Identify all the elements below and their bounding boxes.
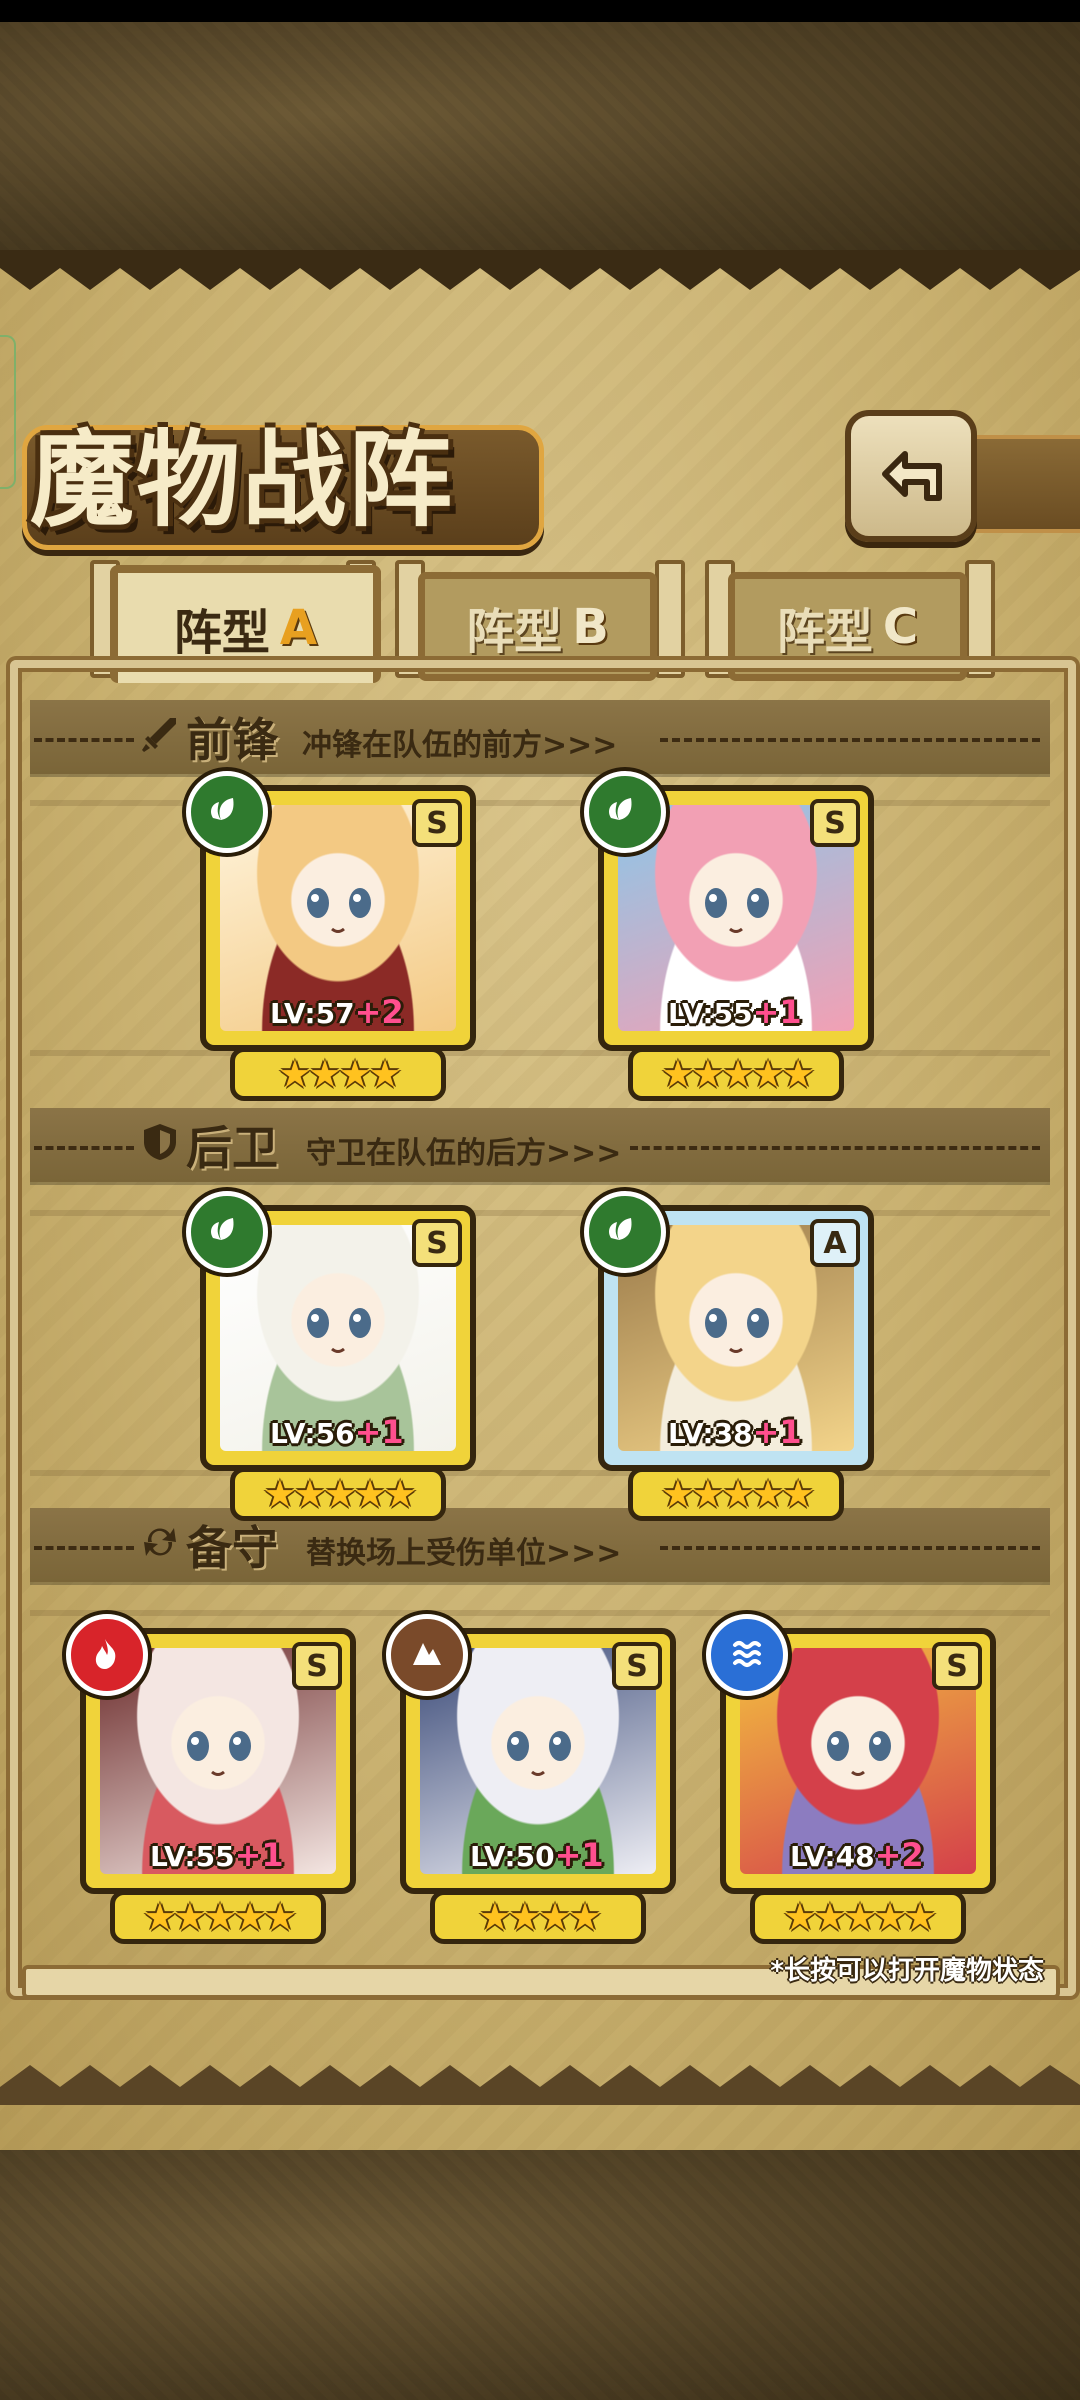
star-rating: ★★★★★ [230, 1467, 446, 1521]
back-button[interactable] [845, 410, 977, 542]
star-rating: ★★★★★ [628, 1467, 844, 1521]
tab-letter: C [882, 598, 919, 655]
level-label: LV:48+2 [790, 1836, 924, 1874]
star-rating: ★★★★ [430, 1890, 646, 1944]
map-background-top [0, 22, 1080, 252]
page-title: 魔物战阵 [30, 418, 455, 541]
leaf-element-icon [186, 1191, 268, 1273]
map-background-bottom [0, 2150, 1080, 2400]
divider [660, 738, 1040, 742]
level-label: LV:57+2 [270, 993, 404, 1031]
rank-badge: S [810, 799, 860, 847]
section-title-vanguard: 前锋 [186, 713, 278, 767]
rank-badge: S [932, 1642, 982, 1690]
section-subtitle-rearguard: 守卫在队伍的后方>>> [306, 1136, 622, 1171]
tab-label: 阵型 [173, 605, 270, 661]
water-element-icon [706, 1614, 788, 1696]
divider [34, 1146, 134, 1150]
torn-edge-bottom [0, 2065, 1080, 2105]
leaf-element-icon [584, 1191, 666, 1273]
swap-icon [144, 1528, 176, 1556]
tab-letter: A [279, 600, 318, 656]
earth-element-icon [386, 1614, 468, 1696]
tab-label: 阵型 [466, 603, 563, 660]
sword-icon [142, 718, 176, 752]
level-label: LV:56+1 [270, 1413, 404, 1451]
star-rating: ★★★★★ [750, 1890, 966, 1944]
torn-edge-top [0, 250, 1080, 290]
star-rating: ★★★★★ [628, 1047, 844, 1101]
leaf-element-icon [186, 771, 268, 853]
row-stripe [30, 1610, 1050, 1616]
level-label: LV:55+1 [150, 1836, 284, 1874]
rank-badge: S [292, 1642, 342, 1690]
section-subtitle-vanguard: 冲锋在队伍的前方>>> [302, 728, 618, 763]
leaf-element-icon [584, 771, 666, 853]
shield-icon [144, 1124, 176, 1160]
star-rating: ★★★★★ [110, 1890, 326, 1944]
tab-letter: B [572, 598, 609, 655]
row-stripe [30, 1470, 1050, 1476]
tab-label: 阵型 [776, 603, 873, 660]
rank-badge: S [612, 1642, 662, 1690]
rank-badge: S [412, 799, 462, 847]
divider [630, 1146, 1040, 1150]
section-title-reserve: 备守 [186, 1521, 278, 1575]
rank-badge: S [412, 1219, 462, 1267]
star-rating: ★★★★ [230, 1047, 446, 1101]
fire-element-icon [66, 1614, 148, 1696]
divider [34, 738, 134, 742]
row-stripe [30, 1050, 1050, 1056]
divider [660, 1546, 1040, 1550]
section-subtitle-reserve: 替换场上受伤单位>>> [306, 1536, 622, 1571]
level-label: LV:50+1 [470, 1836, 604, 1874]
long-press-hint: *长按可以打开魔物状态 [770, 1956, 1044, 1986]
side-edge-tab[interactable] [0, 335, 16, 489]
level-label: LV:38+1 [668, 1413, 802, 1451]
section-title-rearguard: 后卫 [186, 1121, 278, 1175]
status-bar [0, 0, 1080, 22]
level-label: LV:55+1 [668, 993, 802, 1031]
row-stripe [30, 1210, 1050, 1216]
divider [34, 1546, 134, 1550]
back-arrow-icon [882, 451, 942, 501]
rank-badge: A [810, 1219, 860, 1267]
row-stripe [30, 800, 1050, 806]
